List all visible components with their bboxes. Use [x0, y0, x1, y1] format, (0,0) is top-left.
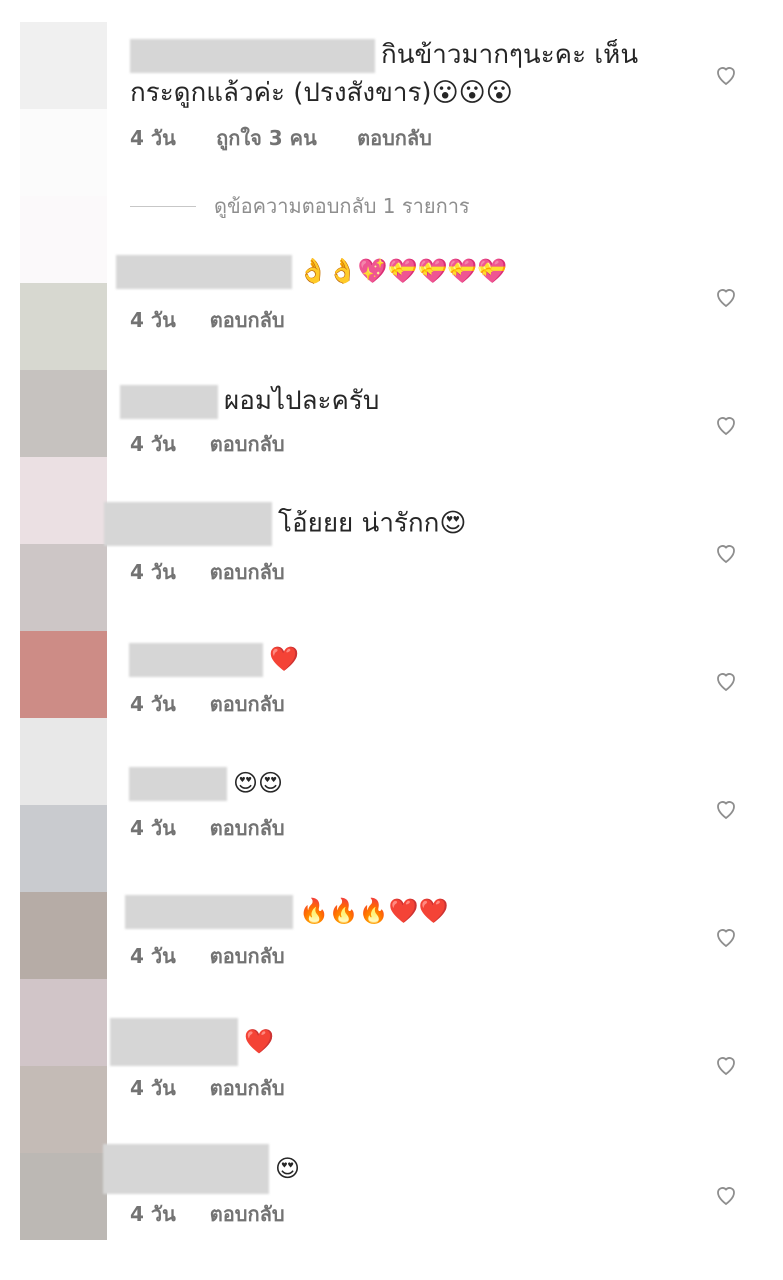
like-heart-icon[interactable] [713, 796, 739, 822]
avatar[interactable] [20, 196, 107, 283]
reply-button[interactable]: ตอบกลับ [210, 1072, 285, 1104]
avatar[interactable] [20, 1066, 107, 1153]
avatar[interactable] [20, 22, 107, 109]
likes-count[interactable]: ถูกใจ 3 คน [216, 122, 317, 154]
username-redacted[interactable] [129, 642, 263, 677]
reply-button[interactable]: ตอบกลับ [210, 1198, 285, 1230]
comment-body: 👌👌💖💝💝💝💝 [298, 257, 508, 285]
avatar[interactable] [20, 457, 107, 544]
timestamp: 4 วัน [130, 1202, 176, 1226]
comment-body: 😍😍 [233, 769, 284, 797]
reply-button[interactable]: ตอบกลับ [357, 122, 432, 154]
reply-button[interactable]: ตอบกลับ [210, 688, 285, 720]
username-redacted[interactable] [120, 384, 218, 419]
timestamp: 4 วัน [130, 432, 176, 456]
comment-body: ❤️ [269, 645, 299, 673]
like-heart-icon[interactable] [713, 924, 739, 950]
reply-button[interactable]: ตอบกลับ [210, 812, 285, 844]
like-heart-icon[interactable] [713, 1052, 739, 1078]
like-heart-icon[interactable] [713, 412, 739, 438]
comment-item: ❤️ 4 วัน ตอบกลับ [129, 640, 699, 720]
comment-text: กินข้าวมากๆนะคะ เห็นกระดูกแล้วค่ะ (ปรงสั… [130, 36, 700, 112]
like-heart-icon[interactable] [713, 1182, 739, 1208]
comment-item: กินข้าวมากๆนะคะ เห็นกระดูกแล้วค่ะ (ปรงสั… [130, 36, 700, 154]
reply-button[interactable]: ตอบกลับ [210, 940, 285, 972]
avatar[interactable] [20, 631, 107, 718]
avatar[interactable] [20, 283, 107, 370]
view-replies-button[interactable]: ดูข้อความตอบกลับ 1 รายการ [130, 190, 470, 222]
username-redacted[interactable] [130, 38, 375, 73]
avatar[interactable] [20, 1153, 107, 1240]
comment-item: โอ้ยยย น่ารักก😍 4 วัน ตอบกลับ [104, 502, 674, 588]
reply-button[interactable]: ตอบกลับ [210, 428, 285, 460]
username-redacted[interactable] [125, 894, 293, 929]
avatar[interactable] [20, 370, 107, 457]
comment-body: 🔥🔥🔥❤️❤️ [299, 897, 449, 925]
avatar[interactable] [20, 805, 107, 892]
reply-button[interactable]: ตอบกลับ [210, 304, 285, 336]
username-redacted[interactable] [116, 254, 292, 289]
timestamp: 4 วัน [130, 1076, 176, 1100]
username-redacted[interactable] [103, 1144, 269, 1194]
avatar[interactable] [20, 109, 107, 196]
timestamp: 4 วัน [130, 944, 176, 968]
avatar[interactable] [20, 892, 107, 979]
timestamp: 4 วัน [130, 560, 176, 584]
username-redacted[interactable] [110, 1018, 238, 1066]
avatar[interactable] [20, 718, 107, 805]
username-redacted[interactable] [129, 766, 227, 801]
view-replies-label: ดูข้อความตอบกลับ 1 รายการ [214, 194, 470, 218]
username-redacted[interactable] [104, 502, 272, 546]
comment-body: 😍 [275, 1154, 301, 1183]
timestamp: 4 วัน [130, 692, 176, 716]
like-heart-icon[interactable] [713, 668, 739, 694]
avatar[interactable] [20, 979, 107, 1066]
comment-item: ❤️ 4 วัน ตอบกลับ [110, 1018, 680, 1104]
comment-item: 🔥🔥🔥❤️❤️ 4 วัน ตอบกลับ [125, 892, 695, 972]
avatar[interactable] [20, 544, 107, 631]
divider-line [130, 205, 196, 207]
comment-item: 😍 4 วัน ตอบกลับ [103, 1144, 673, 1230]
comment-meta: 4 วัน ถูกใจ 3 คน ตอบกลับ [130, 122, 700, 154]
like-heart-icon[interactable] [713, 540, 739, 566]
comment-item: ผอมไปละครับ 4 วัน ตอบกลับ [120, 382, 690, 460]
timestamp: 4 วัน [130, 126, 176, 150]
timestamp: 4 วัน [130, 308, 176, 332]
avatar-strip [20, 22, 107, 1240]
comment-body: ❤️ [244, 1027, 274, 1056]
reply-button[interactable]: ตอบกลับ [210, 556, 285, 588]
like-heart-icon[interactable] [713, 62, 739, 88]
comment-item: 👌👌💖💝💝💝💝 4 วัน ตอบกลับ [116, 252, 686, 336]
timestamp: 4 วัน [130, 816, 176, 840]
comment-item: 😍😍 4 วัน ตอบกลับ [129, 764, 699, 844]
comment-body: โอ้ยยย น่ารักก😍 [278, 508, 467, 539]
comment-body: ผอมไปละครับ [224, 386, 380, 416]
like-heart-icon[interactable] [713, 284, 739, 310]
